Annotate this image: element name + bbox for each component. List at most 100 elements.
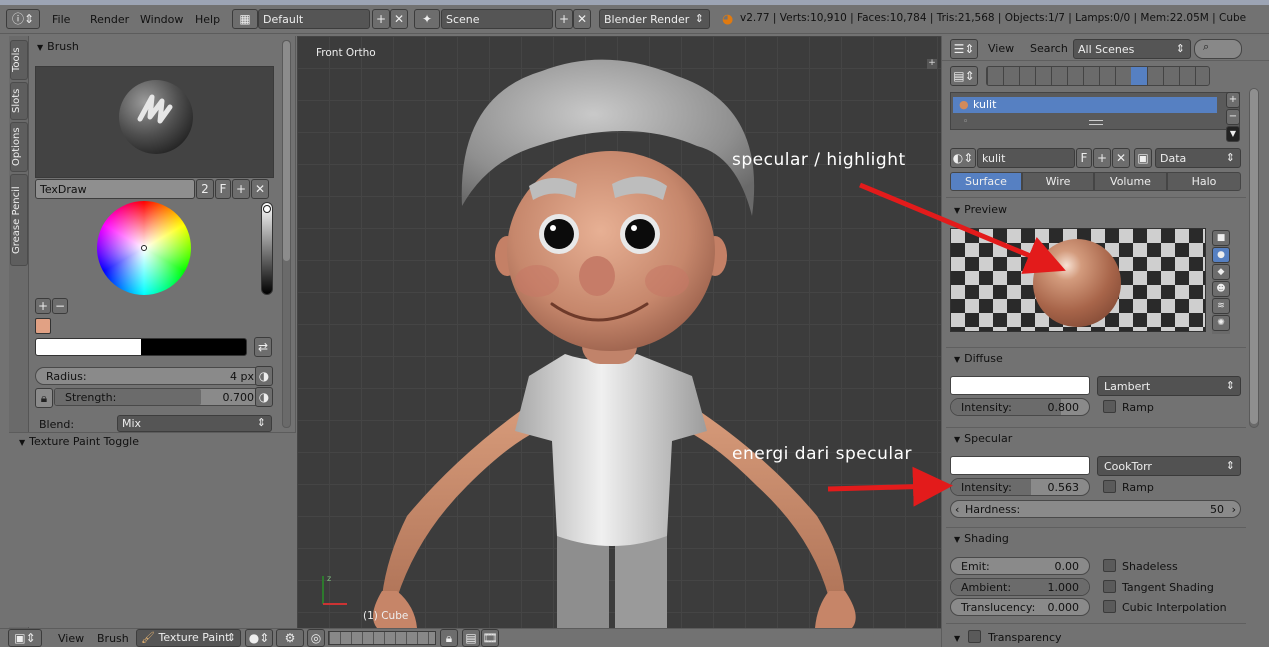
brush-name-field[interactable]: TexDraw <box>35 179 195 199</box>
hardness-slider[interactable]: ‹ Hardness: 50 › <box>950 500 1241 518</box>
material-browse-icon[interactable]: ◐⇕ <box>950 148 976 168</box>
outliner-search-menu[interactable]: Search <box>1030 42 1068 55</box>
add-slot-icon[interactable]: + <box>1226 92 1240 108</box>
render-engine-select[interactable]: Blender Render ⇕ <box>599 9 710 29</box>
specular-color-swatch[interactable] <box>950 456 1090 475</box>
color-wheel-cursor[interactable] <box>141 245 147 251</box>
material-context-icon[interactable] <box>1131 67 1147 85</box>
new-material-icon[interactable]: + <box>1093 148 1111 168</box>
shading-panel-header[interactable]: ▼ Shading <box>954 532 1009 545</box>
properties-scroll-thumb[interactable] <box>1250 89 1258 424</box>
color-swatch-bar[interactable] <box>35 338 247 356</box>
transparency-checkbox[interactable] <box>967 630 981 643</box>
link-data-icon[interactable]: ▣ <box>1134 148 1152 168</box>
lock-strength-icon[interactable]: 🔒︎ <box>35 388 53 408</box>
specular-shader-select[interactable]: CookTorr ⇕ <box>1097 456 1241 476</box>
emit-slider[interactable]: Emit: 0.00 <box>950 557 1090 575</box>
menu-help[interactable]: Help <box>195 13 220 26</box>
editor-type-3dview-icon[interactable]: ▣⇕ <box>8 629 42 647</box>
menu-render[interactable]: Render <box>90 13 129 26</box>
add-layout-icon[interactable]: + <box>372 9 390 29</box>
layout-icon[interactable]: ▦ <box>232 9 258 29</box>
tab-surface[interactable]: Surface <box>950 172 1022 191</box>
ambient-slider[interactable]: Ambient: 1.000 <box>950 578 1090 596</box>
preview-flat-icon[interactable]: ■ <box>1212 230 1230 246</box>
outliner-view-menu[interactable]: View <box>988 42 1014 55</box>
add-palette-color-icon[interactable]: + <box>35 298 51 314</box>
remove-slot-icon[interactable]: − <box>1226 109 1240 125</box>
preview-hair-icon[interactable]: ≋ <box>1212 298 1230 314</box>
cubic-interpolation-checkbox[interactable] <box>1103 600 1116 613</box>
tangent-shading-checkbox[interactable] <box>1103 580 1116 593</box>
outliner-scenes-select[interactable]: All Scenes ⇕ <box>1073 39 1191 59</box>
value-slider[interactable] <box>261 202 273 295</box>
outliner-search-input[interactable]: ⌕ <box>1194 39 1242 59</box>
render-preview-icon[interactable]: ▤ <box>462 629 480 647</box>
color-wheel[interactable] <box>97 201 191 295</box>
tab-halo[interactable]: Halo <box>1167 172 1241 191</box>
brush-panel-header[interactable]: ▼ Brush <box>37 40 79 53</box>
outliner-editor-icon[interactable]: ☰⇕ <box>950 39 978 59</box>
preview-monkey-icon[interactable]: ☻ <box>1212 281 1230 297</box>
strength-slider[interactable]: Strength: 0.700 <box>54 388 265 406</box>
diffuse-panel-header[interactable]: ▼ Diffuse <box>954 352 1003 365</box>
material-name-field[interactable]: kulit <box>977 148 1075 168</box>
render-animation-icon[interactable]: 🎞︎ <box>481 629 499 647</box>
add-scene-icon[interactable]: + <box>555 9 573 29</box>
shadeless-checkbox[interactable] <box>1103 559 1116 572</box>
shading-solid-icon[interactable]: ●⇕ <box>245 629 273 647</box>
menu-view[interactable]: View <box>58 632 84 645</box>
radius-pressure-icon[interactable]: ◑ <box>255 366 273 386</box>
diffuse-ramp-checkbox[interactable] <box>1103 400 1116 413</box>
unlink-material-icon[interactable]: ✕ <box>1112 148 1130 168</box>
diffuse-color-swatch[interactable] <box>950 376 1090 395</box>
remove-palette-color-icon[interactable]: − <box>52 298 68 314</box>
list-filter-icon[interactable]: ◦ <box>963 117 968 127</box>
3d-viewport[interactable]: Front Ortho + z (1) Cube <box>297 36 941 628</box>
menu-brush[interactable]: Brush <box>97 632 129 645</box>
transparency-panel-header[interactable]: ▼ Transparency <box>954 628 1062 644</box>
tab-slots[interactable]: Slots <box>10 82 28 120</box>
remove-layout-icon[interactable]: ✕ <box>390 9 408 29</box>
scene-select[interactable]: Scene <box>441 9 553 29</box>
menu-window[interactable]: Window <box>140 13 183 26</box>
tab-wire[interactable]: Wire <box>1022 172 1094 191</box>
toolshelf-scrollbar[interactable] <box>282 40 291 428</box>
preview-panel-header[interactable]: ▼ Preview <box>954 203 1007 216</box>
preview-sphere-icon[interactable]: ● <box>1212 247 1230 263</box>
palette-swatch[interactable] <box>35 318 51 334</box>
properties-editor-icon[interactable]: ▤⇕ <box>950 66 978 86</box>
preview-world-icon[interactable]: ✺ <box>1212 315 1230 331</box>
slot-specials-icon[interactable]: ▼ <box>1226 126 1240 142</box>
scene-icon[interactable]: ✦ <box>414 9 440 29</box>
value-slider-handle[interactable] <box>263 205 271 213</box>
brush-fake-user-button[interactable]: F <box>215 179 231 199</box>
tab-tools[interactable]: Tools <box>10 40 28 80</box>
tab-volume[interactable]: Volume <box>1094 172 1167 191</box>
unlink-brush-icon[interactable]: ✕ <box>251 179 269 199</box>
toolshelf-scroll-thumb[interactable] <box>283 41 290 261</box>
material-slot-selected[interactable]: ● kulit <box>953 97 1217 113</box>
specular-intensity-slider[interactable]: Intensity: 0.563 <box>950 478 1090 496</box>
diffuse-intensity-slider[interactable]: Intensity: 0.800 <box>950 398 1090 416</box>
translucency-slider[interactable]: Translucency: 0.000 <box>950 598 1090 616</box>
remove-scene-icon[interactable]: ✕ <box>573 9 591 29</box>
tab-options[interactable]: Options <box>10 122 28 172</box>
properties-scrollbar[interactable] <box>1249 88 1259 428</box>
specular-panel-header[interactable]: ▼ Specular <box>954 432 1012 445</box>
layout-select[interactable]: Default <box>258 9 370 29</box>
layer-buttons[interactable] <box>328 631 436 645</box>
menu-file[interactable]: File <box>52 13 70 26</box>
pivot-point-icon[interactable]: ⚙ <box>276 629 304 647</box>
material-fake-user-button[interactable]: F <box>1076 148 1092 168</box>
blend-select[interactable]: Mix ⇕ <box>117 415 272 432</box>
texture-paint-toggle-header[interactable]: ▼ Texture Paint Toggle <box>19 435 139 448</box>
editor-type-info-icon[interactable]: ⓘ⇕ <box>6 9 40 29</box>
list-resize-handle[interactable] <box>1089 120 1103 125</box>
lock-layers-icon[interactable]: 🔒︎ <box>440 629 458 647</box>
add-brush-icon[interactable]: + <box>232 179 250 199</box>
texture-mask-icon[interactable]: ◎ <box>307 629 325 647</box>
preview-cube-icon[interactable]: ◆ <box>1212 264 1230 280</box>
diffuse-shader-select[interactable]: Lambert ⇕ <box>1097 376 1241 396</box>
context-tabs[interactable] <box>986 66 1210 86</box>
